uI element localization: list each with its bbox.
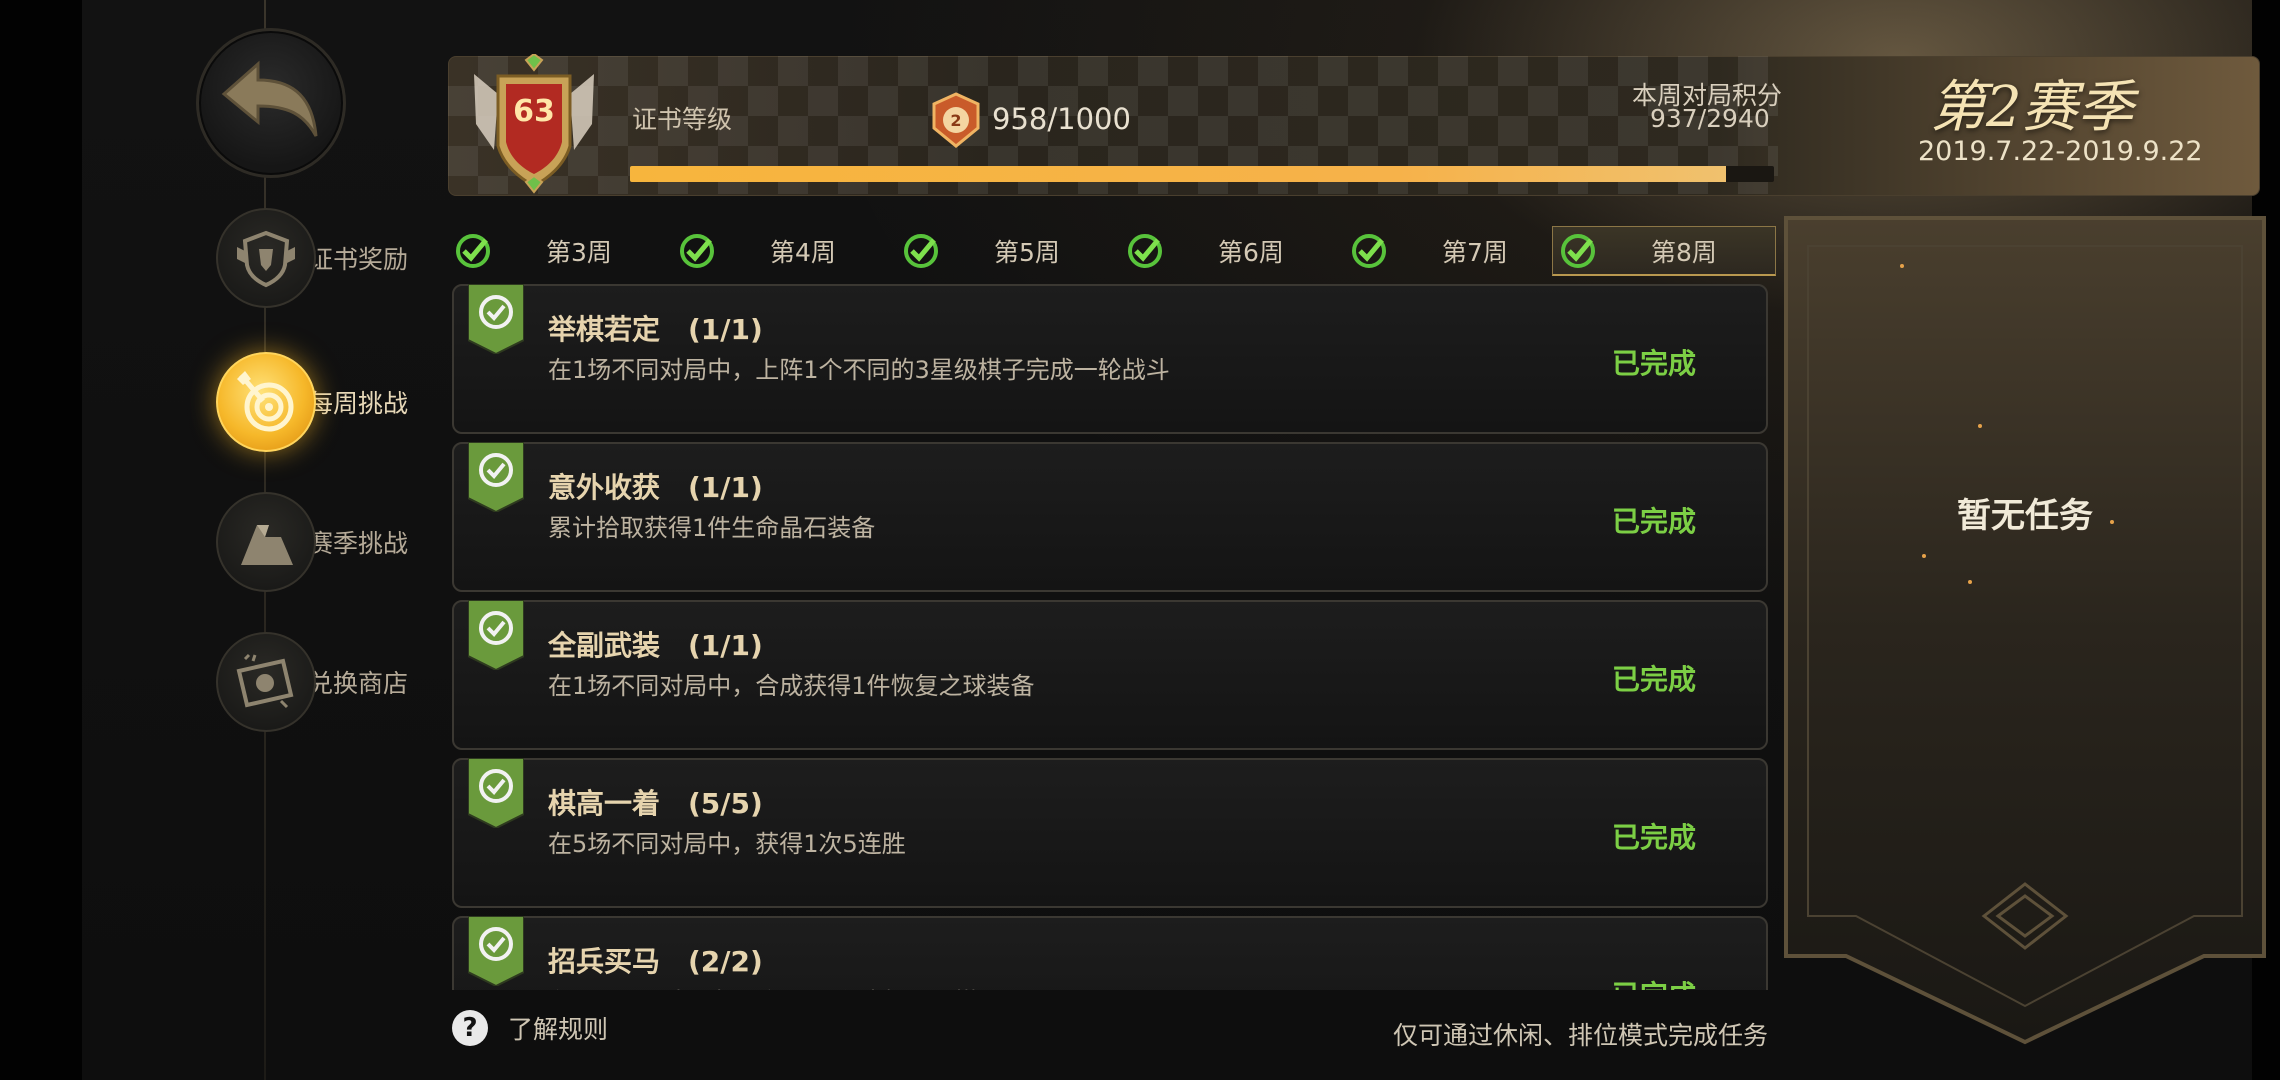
xp-progress-bar bbox=[630, 166, 1774, 182]
task-description: 在2场不同对局中，购买10个法师职业棋子 bbox=[548, 982, 1002, 990]
tab-label: 第5周 bbox=[994, 238, 1060, 267]
check-icon bbox=[1561, 233, 1595, 268]
rules-label: 了解规则 bbox=[508, 1015, 609, 1044]
level-value: 63 bbox=[513, 94, 555, 129]
sidebar-item-certificate-rewards[interactable]: 证书奖励 bbox=[216, 208, 408, 308]
sidebar-item-label: 证书奖励 bbox=[308, 245, 409, 274]
check-icon bbox=[1128, 234, 1162, 268]
xp-value: 958/1000 bbox=[992, 102, 1131, 136]
sidebar-item-label: 赛季挑战 bbox=[308, 529, 409, 558]
tab-week-7[interactable]: 第7周 bbox=[1344, 226, 1568, 276]
sidebar-item-exchange-shop[interactable]: 兑换商店 bbox=[216, 632, 408, 732]
task-title: 意外收获 (1/1) bbox=[548, 471, 763, 504]
certificate-level-label: 证书等级 bbox=[632, 105, 733, 134]
task-status: 已完成 bbox=[1612, 974, 1696, 990]
completed-flag-icon bbox=[468, 442, 524, 512]
check-icon bbox=[456, 234, 490, 268]
level-badge: 63 bbox=[464, 52, 604, 194]
task-list[interactable]: 举棋若定 (1/1) 在1场不同对局中，上阵1个不同的3星级棋子完成一轮战斗 已… bbox=[452, 284, 1770, 990]
task-title: 举棋若定 (1/1) bbox=[548, 313, 763, 346]
task-description: 在1场不同对局中，合成获得1件恢复之球装备 bbox=[548, 672, 1035, 700]
banner-frame bbox=[1784, 216, 2266, 1045]
tab-week-8[interactable]: 第8周 bbox=[1552, 226, 1776, 276]
sidebar-item-weekly-challenge[interactable]: 每周挑战 bbox=[216, 352, 408, 452]
task-status: 已完成 bbox=[1612, 505, 1697, 538]
tab-label: 第3周 bbox=[546, 238, 612, 267]
tab-week-6[interactable]: 第6周 bbox=[1120, 226, 1344, 276]
sidebar-item-season-challenge[interactable]: 赛季挑战 bbox=[216, 492, 408, 592]
mountain-icon bbox=[216, 492, 316, 592]
xp-progress-fill bbox=[630, 166, 1726, 182]
tab-week-3[interactable]: 第3周 bbox=[448, 226, 672, 276]
back-arrow-icon bbox=[221, 60, 318, 137]
xp-medal-icon: 2 bbox=[928, 92, 984, 148]
task-card: 全副武装 (1/1) 在1场不同对局中，合成获得1件恢复之球装备 已完成 bbox=[452, 600, 1768, 750]
ticket-icon bbox=[216, 632, 316, 732]
task-title: 棋高一着 (5/5) bbox=[548, 787, 763, 820]
rules-link[interactable]: ? 了解规则 bbox=[452, 1010, 608, 1046]
season-dates: 2019.7.22-2019.9.22 bbox=[1918, 136, 2203, 167]
task-description: 在5场不同对局中，获得1次5连胜 bbox=[548, 830, 906, 858]
tab-label: 第7周 bbox=[1442, 238, 1508, 267]
task-description: 累计拾取获得1件生命晶石装备 bbox=[548, 514, 876, 542]
empty-tasks-text: 暂无任务 bbox=[1957, 496, 2093, 536]
mode-note: 仅可通过休闲、排位模式完成任务 bbox=[1392, 1021, 1768, 1050]
task-card: 举棋若定 (1/1) 在1场不同对局中，上阵1个不同的3星级棋子完成一轮战斗 已… bbox=[452, 284, 1768, 434]
screen: 证书奖励 每周挑战 赛季挑战 兑换商店 63 证书等级 2 958/1000 本… bbox=[0, 0, 2280, 1080]
task-card: 招兵买马 (2/2) 在2场不同对局中，购买10个法师职业棋子 已完成 bbox=[452, 916, 1768, 990]
tab-week-5[interactable]: 第5周 bbox=[896, 226, 1120, 276]
task-card: 棋高一着 (5/5) 在5场不同对局中，获得1次5连胜 已完成 bbox=[452, 758, 1768, 908]
tab-label: 第6周 bbox=[1218, 238, 1284, 267]
task-card: 意外收获 (1/1) 累计拾取获得1件生命晶石装备 已完成 bbox=[452, 442, 1768, 592]
help-icon: ? bbox=[452, 1010, 488, 1046]
weekly-points-value: 937/2940 bbox=[1650, 104, 1770, 133]
sidebar-item-label: 每周挑战 bbox=[308, 389, 409, 418]
tab-label: 第8周 bbox=[1651, 237, 1717, 267]
shield-icon bbox=[216, 208, 316, 308]
season-task-panel: 暂无任务 bbox=[1784, 216, 2266, 1046]
back-button[interactable] bbox=[196, 28, 346, 178]
sidebar-item-label: 兑换商店 bbox=[308, 669, 409, 698]
completed-flag-icon bbox=[468, 600, 524, 670]
task-title: 全副武装 (1/1) bbox=[548, 629, 763, 662]
completed-flag-icon bbox=[468, 284, 524, 354]
task-status: 已完成 bbox=[1612, 663, 1697, 696]
task-status: 已完成 bbox=[1612, 347, 1697, 380]
target-icon bbox=[216, 352, 316, 452]
season-title: 第2赛季 bbox=[1930, 75, 2134, 140]
completed-flag-icon bbox=[468, 758, 524, 828]
task-description: 在1场不同对局中，上阵1个不同的3星级棋子完成一轮战斗 bbox=[548, 356, 1170, 384]
svg-text:2: 2 bbox=[950, 111, 961, 130]
task-status: 已完成 bbox=[1612, 821, 1697, 854]
left-letterbox bbox=[0, 0, 82, 1080]
check-icon bbox=[904, 234, 938, 268]
completed-flag-icon bbox=[468, 916, 524, 986]
check-icon bbox=[1352, 234, 1386, 268]
week-tabs: 第3周 第4周 第5周 第6周 第7周 第8周 bbox=[448, 226, 1776, 276]
check-icon bbox=[680, 234, 714, 268]
task-title: 招兵买马 (2/2) bbox=[548, 945, 763, 978]
tab-label: 第4周 bbox=[770, 238, 836, 267]
tab-week-4[interactable]: 第4周 bbox=[672, 226, 896, 276]
